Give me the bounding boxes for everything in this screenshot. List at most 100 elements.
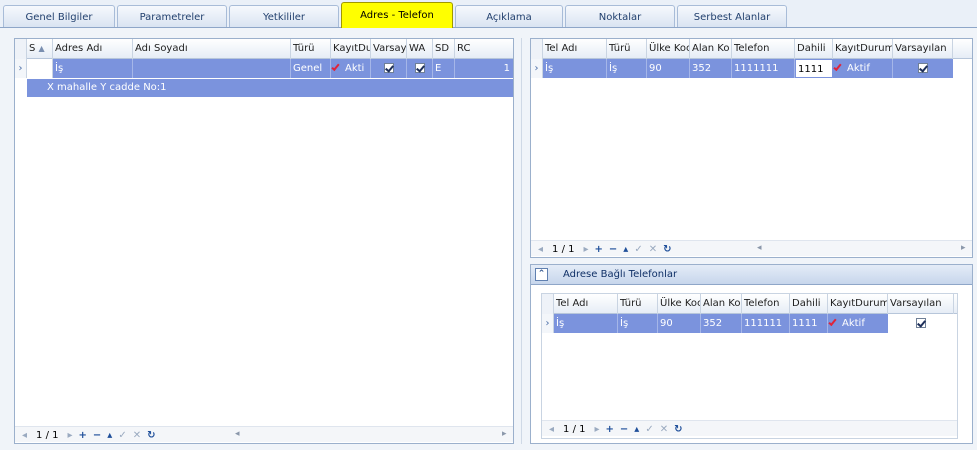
first-record-icon[interactable]: ◂ — [538, 244, 543, 255]
column-header-varsayilan[interactable]: Varsay — [371, 39, 407, 59]
refresh-icon[interactable]: ↻ — [674, 424, 682, 435]
column-header-adi-soyadi[interactable]: Adı Soyadı — [133, 39, 291, 59]
next-record-icon[interactable]: ▸ — [583, 244, 588, 255]
row-indicator-header — [531, 39, 543, 59]
linked-phones-group: ⌃ Adrese Bağlı Telefonlar Tel Adı Türü Ü… — [530, 264, 973, 444]
cell-varsayilan[interactable] — [893, 59, 953, 78]
move-up-icon[interactable]: ▴ — [107, 430, 112, 441]
tab-serbest-alanlar[interactable]: Serbest Alanlar — [677, 5, 787, 28]
column-header-kayit-durumu[interactable]: KayıtDurumu — [828, 294, 888, 314]
cell-alan-kodu[interactable]: 352 — [701, 314, 742, 333]
cell-ulke-kodu[interactable]: 90 — [647, 59, 690, 78]
column-header-adres-adi[interactable]: Adres Adı — [53, 39, 133, 59]
cancel-record-icon[interactable]: ✕ — [660, 424, 668, 435]
column-header-alan-kodu[interactable]: Alan Ko — [701, 294, 742, 314]
table-row[interactable]: › İş İş 90 352 1111111 1111 Aktif — [531, 59, 972, 78]
tab-genel-bilgiler[interactable]: Genel Bilgiler — [3, 5, 115, 28]
cell-varsayilan[interactable] — [888, 314, 954, 333]
move-up-icon[interactable]: ▴ — [634, 424, 639, 435]
column-header-dahili[interactable]: Dahili — [790, 294, 828, 314]
cell-tel-adi[interactable]: İş — [543, 59, 607, 78]
checkbox-checked-icon[interactable] — [918, 63, 928, 73]
next-record-icon[interactable]: ▸ — [594, 424, 599, 435]
cell-rc[interactable]: 1 — [455, 59, 513, 78]
table-row[interactable]: › İş Genel Akti E 1 — [15, 59, 513, 78]
current-row-indicator-icon: › — [542, 314, 554, 333]
column-header-wa[interactable]: WA — [407, 39, 433, 59]
move-up-icon[interactable]: ▴ — [623, 244, 628, 255]
refresh-icon[interactable]: ↻ — [663, 244, 671, 255]
delete-record-icon[interactable]: − — [609, 244, 617, 255]
cell-telefon[interactable]: 111111 — [742, 314, 790, 333]
cell-tel-adi[interactable]: İş — [554, 314, 618, 333]
save-record-icon[interactable]: ✓ — [645, 424, 653, 435]
add-record-icon[interactable]: + — [595, 244, 603, 255]
first-record-icon[interactable]: ◂ — [549, 424, 554, 435]
tab-noktalar[interactable]: Noktalar — [565, 5, 675, 28]
scroll-left-icon[interactable]: ◂ — [235, 429, 240, 439]
checkbox-checked-icon[interactable] — [383, 63, 394, 73]
column-header-ulke-kodu[interactable]: Ülke Koc — [647, 39, 690, 59]
tab-adres-telefon[interactable]: Adres - Telefon — [341, 2, 453, 28]
tab-aciklama[interactable]: Açıklama — [455, 5, 563, 28]
column-header-telefon[interactable]: Telefon — [742, 294, 790, 314]
column-header-varsayilan[interactable]: Varsayılan — [893, 39, 953, 59]
table-row[interactable]: › İş İş 90 352 111111 1111 Aktif — [542, 314, 957, 333]
refresh-icon[interactable]: ↻ — [147, 430, 155, 441]
delete-record-icon[interactable]: − — [620, 424, 628, 435]
column-header-varsayilan[interactable]: Varsayılan — [888, 294, 954, 314]
cell-kayit-durumu[interactable]: Aktif — [833, 59, 893, 78]
column-header-tel-adi[interactable]: Tel Adı — [543, 39, 607, 59]
cell-alan-kodu[interactable]: 352 — [690, 59, 732, 78]
cell-wa[interactable] — [407, 59, 433, 78]
linked-phones-navigator: ◂ 1 / 1 ▸ + − ▴ ✓ ✕ ↻ — [546, 420, 686, 438]
cell-kayit-durumu[interactable]: Aktif — [828, 314, 888, 333]
tab-parametreler[interactable]: Parametreler — [117, 5, 227, 28]
add-record-icon[interactable]: + — [79, 430, 87, 441]
cancel-record-icon[interactable]: ✕ — [133, 430, 141, 441]
cell-turu[interactable]: Genel — [291, 59, 331, 78]
scroll-left-icon[interactable]: ◂ — [757, 243, 762, 253]
scroll-right-icon[interactable]: ▸ — [502, 429, 507, 439]
column-header-alan-kodu[interactable]: Alan Ko — [690, 39, 732, 59]
column-header-s[interactable]: S ▲ — [27, 39, 53, 59]
scroll-right-icon[interactable]: ▸ — [961, 243, 966, 253]
linked-phones-title: Adrese Bağlı Telefonlar — [563, 269, 678, 280]
cell-adres-adi[interactable]: İş — [53, 59, 133, 78]
tab-yetkililer[interactable]: Yetkililer — [229, 5, 339, 28]
column-header-sd[interactable]: SD — [433, 39, 455, 59]
add-record-icon[interactable]: + — [606, 424, 614, 435]
save-record-icon[interactable]: ✓ — [634, 244, 642, 255]
column-header-turu[interactable]: Türü — [607, 39, 647, 59]
column-header-telefon[interactable]: Telefon — [732, 39, 795, 59]
cell-s[interactable] — [27, 59, 53, 78]
column-header-turu[interactable]: Türü — [291, 39, 331, 59]
cancel-record-icon[interactable]: ✕ — [649, 244, 657, 255]
cell-telefon[interactable]: 1111111 — [732, 59, 795, 78]
cell-sd[interactable]: E — [433, 59, 455, 78]
collapse-up-icon[interactable]: ⌃ — [535, 268, 548, 281]
delete-record-icon[interactable]: − — [93, 430, 101, 441]
cell-dahili-editing[interactable]: 1111 — [795, 59, 833, 78]
cell-kayit-durumu[interactable]: Akti — [331, 59, 371, 78]
cell-turu[interactable]: İş — [618, 314, 658, 333]
column-header-kayit-durumu[interactable]: KayıtDurumu — [833, 39, 893, 59]
column-header-turu[interactable]: Türü — [618, 294, 658, 314]
column-header-tel-adi[interactable]: Tel Adı — [554, 294, 618, 314]
cell-varsayilan[interactable] — [371, 59, 407, 78]
cell-turu[interactable]: İş — [607, 59, 647, 78]
checkbox-checked-icon[interactable] — [414, 63, 425, 73]
splitter[interactable] — [521, 38, 522, 444]
cell-ulke-kodu[interactable]: 90 — [658, 314, 701, 333]
column-header-kayit-durumu[interactable]: KayıtDu — [331, 39, 371, 59]
first-record-icon[interactable]: ◂ — [22, 430, 27, 441]
cell-dahili[interactable]: 1111 — [790, 314, 828, 333]
column-header-ulke-kodu[interactable]: Ülke Koc — [658, 294, 701, 314]
address-detail-row[interactable]: X mahalle Y cadde No:1 — [27, 79, 513, 97]
cell-adi-soyadi[interactable] — [133, 59, 291, 78]
checkbox-checked-icon[interactable] — [916, 318, 926, 328]
next-record-icon[interactable]: ▸ — [67, 430, 72, 441]
column-header-dahili[interactable]: Dahili — [795, 39, 833, 59]
save-record-icon[interactable]: ✓ — [118, 430, 126, 441]
column-header-rc[interactable]: RC — [455, 39, 513, 59]
